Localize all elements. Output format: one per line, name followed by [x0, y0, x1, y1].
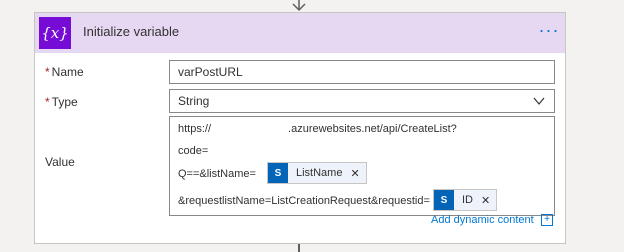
value-line-3: Q==&listName= — [178, 168, 256, 180]
name-label: * Name — [45, 65, 84, 79]
initialize-variable-card: {x} Initialize variable ··· * Name varPos… — [34, 12, 566, 244]
value-label: Value — [45, 155, 75, 169]
add-dynamic-content-icon[interactable]: + — [541, 214, 553, 226]
listname-token[interactable]: S ListName ✕ — [267, 162, 367, 184]
flow-arrow-icon — [292, 0, 306, 12]
type-label: * Type — [45, 95, 78, 109]
chevron-down-icon — [533, 97, 545, 105]
value-line-2: code=xxxxxxxxxxxxxxxxxxxxxxxxxxxxx — [178, 145, 368, 157]
variable-icon: {x} — [39, 17, 71, 49]
flow-connector-line — [298, 244, 300, 252]
sharepoint-icon: S — [268, 163, 288, 183]
name-input[interactable]: varPostURL — [169, 60, 555, 84]
remove-token-button[interactable]: ✕ — [481, 194, 490, 207]
more-options-button[interactable]: ··· — [535, 21, 563, 45]
value-editor[interactable]: https://xxxxxxxxxxxxxx.azurewebsites.net… — [169, 116, 555, 216]
add-dynamic-content-link[interactable]: Add dynamic content — [431, 214, 534, 226]
required-mark: * — [45, 65, 50, 79]
value-line-4: &requestlistName=ListCreationRequest&req… — [178, 195, 430, 207]
sharepoint-icon: S — [434, 190, 454, 210]
remove-token-button[interactable]: ✕ — [350, 167, 359, 180]
required-mark: * — [45, 95, 50, 109]
value-line-1: https://xxxxxxxxxxxxxx.azurewebsites.net… — [178, 123, 457, 135]
card-header[interactable]: {x} Initialize variable ··· — [35, 13, 565, 53]
type-dropdown[interactable]: String — [169, 89, 555, 113]
id-token[interactable]: S ID ✕ — [433, 189, 498, 211]
card-title: Initialize variable — [83, 24, 180, 39]
